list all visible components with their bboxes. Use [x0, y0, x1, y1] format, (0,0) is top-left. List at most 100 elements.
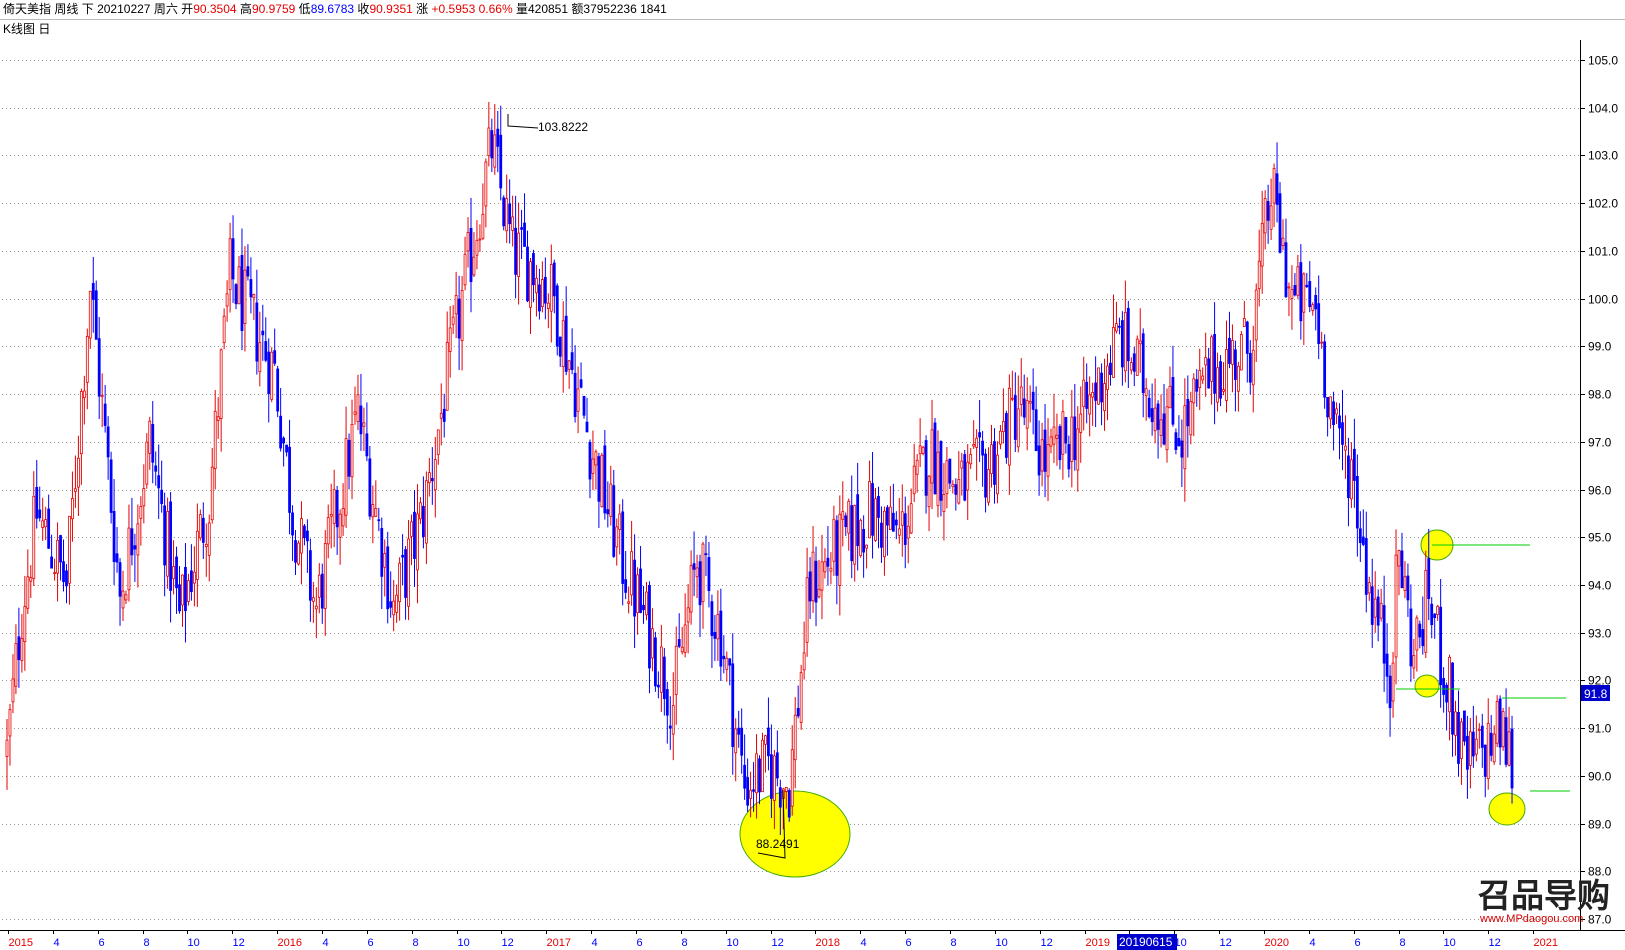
candle[interactable] — [1236, 361, 1240, 412]
candle[interactable] — [282, 436, 286, 467]
candle[interactable] — [487, 101, 491, 167]
candle[interactable] — [1248, 340, 1252, 395]
candle[interactable] — [746, 758, 750, 812]
candle[interactable] — [401, 534, 404, 586]
candle[interactable] — [850, 475, 854, 579]
candle[interactable] — [790, 725, 794, 816]
candle[interactable] — [1109, 345, 1112, 386]
candle[interactable] — [1150, 383, 1154, 436]
candle[interactable] — [787, 788, 791, 822]
candle[interactable] — [633, 534, 636, 649]
candle[interactable] — [1489, 715, 1493, 762]
candle[interactable] — [624, 550, 628, 600]
candle[interactable] — [567, 359, 571, 389]
candle[interactable] — [1501, 707, 1505, 751]
candle[interactable] — [716, 590, 720, 661]
candle[interactable] — [535, 265, 538, 317]
candle[interactable] — [886, 505, 889, 556]
candle[interactable] — [1129, 357, 1133, 375]
candle[interactable] — [413, 490, 416, 587]
candle[interactable] — [1323, 334, 1327, 409]
candle[interactable] — [50, 534, 54, 569]
candle[interactable] — [252, 293, 256, 321]
candle[interactable] — [1239, 331, 1243, 371]
candle[interactable] — [561, 301, 565, 393]
candle[interactable] — [1477, 723, 1481, 749]
candle[interactable] — [1183, 378, 1187, 502]
candle[interactable] — [195, 503, 199, 607]
candle[interactable] — [1335, 402, 1338, 425]
candle[interactable] — [1436, 604, 1440, 621]
candle[interactable] — [1332, 391, 1335, 451]
candle[interactable] — [543, 257, 547, 320]
candle[interactable] — [529, 257, 532, 334]
candle[interactable] — [1088, 376, 1092, 437]
candle[interactable] — [692, 531, 696, 597]
candle[interactable] — [306, 519, 309, 573]
candle[interactable] — [1159, 394, 1163, 448]
candle[interactable] — [71, 471, 74, 542]
candle[interactable] — [1284, 218, 1288, 299]
candle[interactable] — [1364, 511, 1368, 613]
candle[interactable] — [1055, 413, 1059, 466]
candle[interactable] — [1219, 355, 1222, 407]
candle[interactable] — [5, 718, 9, 790]
candle[interactable] — [862, 515, 866, 578]
candle[interactable] — [109, 451, 113, 524]
candle[interactable] — [335, 485, 339, 555]
candle[interactable] — [410, 514, 413, 566]
candle[interactable] — [588, 439, 592, 499]
candle[interactable] — [344, 406, 348, 528]
candle[interactable] — [225, 280, 229, 322]
candle[interactable] — [1397, 549, 1401, 596]
candle[interactable] — [1403, 561, 1407, 599]
candle[interactable] — [1498, 695, 1502, 766]
candle[interactable] — [291, 505, 294, 561]
candle[interactable] — [303, 523, 306, 546]
candle[interactable] — [847, 498, 851, 551]
candle[interactable] — [1207, 347, 1211, 389]
candle[interactable] — [1135, 335, 1139, 376]
candle[interactable] — [930, 399, 934, 510]
candle[interactable] — [704, 535, 708, 576]
candle[interactable] — [701, 541, 705, 629]
candle[interactable] — [1231, 324, 1234, 393]
candle[interactable] — [160, 460, 164, 513]
candle[interactable] — [538, 268, 541, 320]
candle[interactable] — [826, 526, 830, 586]
candle[interactable] — [1483, 744, 1487, 798]
candle[interactable] — [267, 338, 271, 423]
candle[interactable] — [618, 504, 622, 555]
candle[interactable] — [94, 280, 98, 340]
candle[interactable] — [1076, 406, 1080, 492]
candle[interactable] — [103, 385, 107, 433]
candle[interactable] — [1424, 550, 1428, 659]
candle[interactable] — [181, 574, 184, 627]
candle[interactable] — [1421, 596, 1425, 655]
candle[interactable] — [115, 527, 119, 573]
candle[interactable] — [665, 681, 669, 744]
candle[interactable] — [192, 546, 196, 607]
candle[interactable] — [365, 402, 369, 462]
candle[interactable] — [597, 452, 601, 528]
candle[interactable] — [775, 730, 779, 787]
candle[interactable] — [707, 542, 711, 608]
candle[interactable] — [1171, 345, 1175, 427]
candle[interactable] — [1201, 367, 1205, 384]
candle[interactable] — [1144, 378, 1148, 421]
candle[interactable] — [213, 389, 217, 490]
candle[interactable] — [240, 228, 244, 351]
candle[interactable] — [1507, 707, 1511, 767]
candle[interactable] — [877, 486, 880, 549]
candle[interactable] — [1344, 415, 1347, 479]
candle[interactable] — [954, 478, 958, 511]
candle[interactable] — [323, 530, 327, 636]
candle[interactable] — [1391, 651, 1395, 718]
candle[interactable] — [1317, 275, 1321, 360]
candle[interactable] — [868, 460, 871, 539]
candle[interactable] — [811, 526, 815, 613]
candle[interactable] — [121, 570, 125, 621]
candle[interactable] — [844, 512, 848, 536]
candle[interactable] — [1225, 320, 1228, 413]
candle[interactable] — [758, 755, 761, 805]
